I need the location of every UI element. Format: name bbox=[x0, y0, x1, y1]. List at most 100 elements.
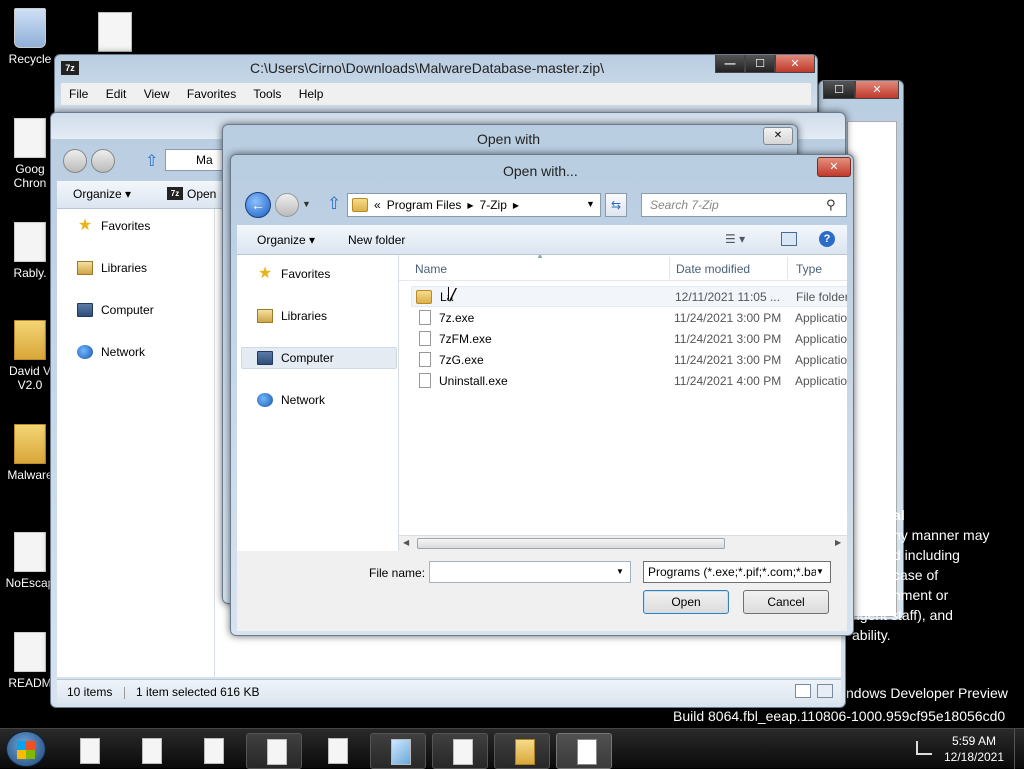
chevron-right-icon[interactable]: ▶ bbox=[467, 201, 473, 210]
background-text-line: al bbox=[893, 507, 905, 523]
file-name-input[interactable]: ▼ bbox=[429, 561, 631, 583]
up-arrow-icon[interactable]: ⇧ bbox=[145, 151, 158, 171]
taskbar-item-6[interactable] bbox=[370, 733, 426, 769]
menu-edit[interactable]: Edit bbox=[106, 87, 127, 101]
start-button[interactable] bbox=[6, 731, 46, 767]
forward-button[interactable] bbox=[275, 193, 299, 217]
organize-button[interactable]: Organize ▾ bbox=[73, 187, 131, 201]
nav-network[interactable]: Network bbox=[257, 393, 325, 407]
file-icon bbox=[14, 222, 46, 262]
taskbar-item-checklist[interactable] bbox=[556, 733, 612, 769]
file-date: 11/24/2021 3:00 PM bbox=[674, 310, 782, 325]
help-icon[interactable]: ? bbox=[819, 231, 835, 247]
close-button[interactable]: ✕ bbox=[775, 55, 815, 73]
chevron-down-icon[interactable]: ▼ bbox=[616, 567, 624, 576]
search-box[interactable]: Search 7-Zip ⚲ bbox=[641, 193, 847, 217]
minimize-button[interactable]: — bbox=[715, 55, 745, 73]
show-desktop-button[interactable] bbox=[1014, 729, 1024, 769]
dialog-toolbar: Organize ▾ New folder ☰ ▾ ? bbox=[237, 225, 847, 255]
taskbar-item-2[interactable] bbox=[122, 733, 178, 769]
taskbar-item-1[interactable] bbox=[60, 733, 116, 769]
forward-button[interactable] bbox=[91, 149, 115, 173]
file-row-7zfm[interactable]: 7zFM.exe 11/24/2021 3:00 PM Applicatio bbox=[413, 328, 847, 349]
file-type: Applicatio bbox=[795, 331, 847, 346]
taskbar-item-3[interactable] bbox=[184, 733, 240, 769]
nav-computer[interactable]: Computer bbox=[257, 351, 334, 365]
menu-tools[interactable]: Tools bbox=[253, 87, 281, 101]
details-view-icon[interactable] bbox=[795, 684, 811, 698]
organize-button[interactable]: Organize ▾ bbox=[257, 233, 315, 247]
chevron-right-icon[interactable]: ▶ bbox=[513, 201, 519, 210]
horizontal-scrollbar[interactable]: ◀ ▶ bbox=[399, 535, 847, 551]
preview-view-icon[interactable] bbox=[817, 684, 833, 698]
file-row-lang[interactable]: La 12/11/2021 11:05 ... File folder bbox=[411, 286, 847, 307]
file-row-7z[interactable]: 7z.exe 11/24/2021 3:00 PM Applicatio bbox=[413, 307, 847, 328]
breadcrumb-7zip[interactable]: 7-Zip bbox=[480, 198, 507, 212]
chevron-down-icon[interactable]: ▼ bbox=[816, 567, 824, 576]
file-type-filter[interactable]: Programs (*.exe;*.pif;*.com;*.ba ▼ bbox=[643, 561, 831, 583]
recent-dropdown-icon[interactable]: ▼ bbox=[302, 199, 311, 209]
menu-help[interactable]: Help bbox=[299, 87, 324, 101]
menu-favorites[interactable]: Favorites bbox=[187, 87, 236, 101]
nav-network[interactable]: Network bbox=[77, 345, 145, 359]
open-button[interactable]: Open bbox=[643, 590, 729, 614]
desktop-icon-shortcut[interactable] bbox=[98, 12, 132, 52]
taskbar-item-4[interactable] bbox=[246, 733, 302, 769]
new-folder-button[interactable]: New folder bbox=[348, 233, 405, 247]
taskbar-item-explorer[interactable] bbox=[494, 733, 550, 769]
scroll-thumb[interactable] bbox=[417, 538, 725, 549]
tray-clock[interactable]: 5:59 AM 12/18/2021 bbox=[936, 733, 1012, 765]
file-date: 12/11/2021 11:05 ... bbox=[675, 289, 780, 304]
search-icon[interactable]: ⚲ bbox=[826, 197, 836, 213]
menu-view[interactable]: View bbox=[144, 87, 170, 101]
taskbar-item-5[interactable] bbox=[308, 733, 364, 769]
column-header-type[interactable]: Type bbox=[796, 262, 822, 276]
desktop-icon-recycle-bin[interactable]: Recycle bbox=[2, 8, 58, 66]
open-button[interactable]: Open bbox=[187, 187, 216, 201]
nav-favorites[interactable]: ★ Favorites bbox=[77, 218, 151, 234]
open-with-back-title: Open with bbox=[477, 131, 541, 147]
file-row-7zg[interactable]: 7zG.exe 11/24/2021 3:00 PM Applicatio bbox=[413, 349, 847, 370]
explorer-nav-pane: ★ Favorites Libraries Computer Network bbox=[57, 209, 215, 677]
up-arrow-icon[interactable]: ⇧ bbox=[327, 194, 341, 214]
nav-libraries[interactable]: Libraries bbox=[257, 309, 327, 323]
refresh-button[interactable]: ⇆ bbox=[605, 193, 627, 217]
computer-icon bbox=[77, 303, 93, 317]
taskbar-item-7[interactable] bbox=[432, 733, 488, 769]
column-header-name[interactable]: Name bbox=[415, 262, 447, 276]
maximize-button[interactable]: ☐ bbox=[823, 81, 855, 99]
zip-window-title: C:\Users\Cirno\Downloads\MalwareDatabase… bbox=[250, 60, 605, 76]
background-text-line: case of bbox=[893, 567, 939, 583]
close-button[interactable]: ✕ bbox=[763, 127, 793, 145]
menu-file[interactable]: File bbox=[69, 87, 88, 101]
clock-time: 5:59 AM bbox=[951, 734, 997, 748]
file-name: 7zG.exe bbox=[439, 352, 484, 367]
breadcrumb-program-files[interactable]: Program Files bbox=[387, 198, 462, 212]
back-button[interactable] bbox=[63, 149, 87, 173]
preview-pane-icon[interactable] bbox=[781, 232, 797, 246]
maximize-button[interactable]: ☐ bbox=[745, 55, 775, 73]
folder-icon bbox=[515, 739, 535, 765]
scroll-right-icon[interactable]: ▶ bbox=[835, 538, 841, 547]
status-item-count: 10 items bbox=[67, 685, 113, 699]
cancel-button[interactable]: Cancel bbox=[743, 590, 829, 614]
nav-label: Network bbox=[281, 393, 326, 407]
dialog-close-button[interactable]: ✕ bbox=[817, 157, 851, 177]
document-icon bbox=[328, 738, 348, 764]
scroll-left-icon[interactable]: ◀ bbox=[403, 538, 409, 547]
breadcrumb-overflow[interactable]: « bbox=[374, 198, 381, 212]
network-tray-icon[interactable] bbox=[916, 741, 932, 755]
view-options-icon[interactable]: ☰ ▾ bbox=[725, 232, 745, 246]
close-button[interactable]: ✕ bbox=[855, 81, 899, 99]
column-header-date[interactable]: Date modified bbox=[676, 262, 750, 276]
chevron-down-icon[interactable]: ▼ bbox=[586, 199, 595, 209]
nav-label: Computer bbox=[281, 351, 334, 365]
back-button[interactable]: ← bbox=[245, 192, 271, 218]
nav-label: Favorites bbox=[281, 267, 331, 281]
nav-computer[interactable]: Computer bbox=[77, 303, 154, 317]
nav-libraries[interactable]: Libraries bbox=[77, 261, 147, 275]
file-row-uninstall[interactable]: Uninstall.exe 11/24/2021 4:00 PM Applica… bbox=[413, 370, 847, 391]
address-bar[interactable]: « Program Files ▶ 7-Zip ▶ ▼ bbox=[347, 193, 601, 217]
nav-favorites[interactable]: ★ Favorites bbox=[257, 266, 331, 282]
file-type: Applicatio bbox=[795, 310, 847, 325]
